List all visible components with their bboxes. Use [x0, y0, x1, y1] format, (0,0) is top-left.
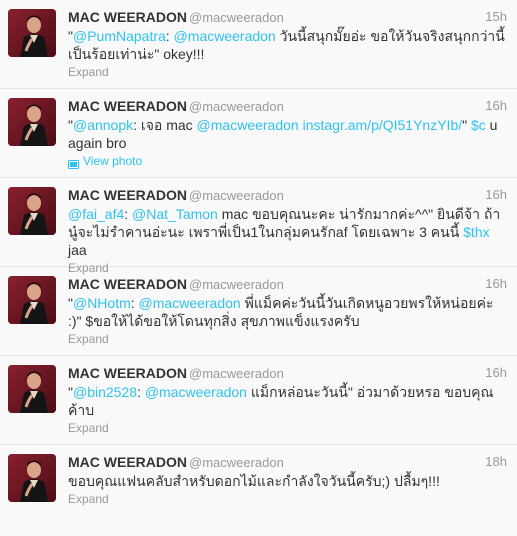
tweet-timestamp[interactable]: 15h	[485, 8, 507, 26]
tweet-text-segment: :	[137, 384, 145, 400]
mention-link[interactable]: @macweeradon	[197, 117, 299, 133]
tweet-header: MAC WEERADON @macweeradon 15h	[68, 8, 507, 26]
expand-link[interactable]: Expand	[68, 420, 109, 436]
tweet-timestamp[interactable]: 16h	[485, 186, 507, 204]
author-fullname[interactable]: MAC WEERADON	[68, 187, 187, 203]
tweet-item[interactable]: MAC WEERADON @macweeradon 16h "@NHotm: @mac…	[0, 267, 517, 356]
mention-link[interactable]: @Nat_Tamon	[132, 206, 218, 222]
cashtag-link[interactable]: $thx	[463, 224, 489, 240]
tweet-text-segment: :	[124, 206, 133, 222]
tweet-text: "@PumNapatra: @macweeradon วันนี้สนุกมั๊…	[68, 27, 507, 63]
avatar[interactable]	[8, 9, 56, 57]
tweet-timestamp[interactable]: 16h	[485, 275, 507, 293]
mention-link[interactable]: @annopk	[73, 117, 133, 133]
avatar[interactable]	[8, 454, 56, 502]
tweet-item[interactable]: MAC WEERADON @macweeradon 16h "@annopk: เจอ…	[0, 89, 517, 178]
avatar[interactable]	[8, 276, 56, 324]
mention-link[interactable]: @fai_af4	[68, 206, 124, 222]
mention-link[interactable]: @macweeradon	[139, 295, 241, 311]
tweet-text: ขอบคุณแฟนคลับสำหรับดอกไม้และกำลังใจวันนี…	[68, 472, 507, 490]
view-photo-label: View photo	[83, 154, 143, 168]
avatar[interactable]	[8, 365, 56, 413]
cashtag-link[interactable]: $c	[471, 117, 486, 133]
url-link[interactable]: instagr.am/p/QI51YnzYIb/	[303, 117, 463, 133]
tweet-text: @fai_af4: @Nat_Tamon mac ขอบคุณนะคะ น่าร…	[68, 205, 507, 259]
expand-link[interactable]: Expand	[68, 64, 109, 80]
author-fullname[interactable]: MAC WEERADON	[68, 454, 187, 470]
tweet-header: MAC WEERADON @macweeradon 16h	[68, 364, 507, 382]
author-fullname[interactable]: MAC WEERADON	[68, 98, 187, 114]
tweet-timestamp[interactable]: 16h	[485, 364, 507, 382]
author-fullname[interactable]: MAC WEERADON	[68, 9, 187, 25]
tweet-header: MAC WEERADON @macweeradon 16h	[68, 275, 507, 293]
tweet-text-segment: : เจอ mac	[133, 117, 197, 133]
tweet-timeline: MAC WEERADON @macweeradon 15h "@PumNapatra:…	[0, 0, 517, 534]
tweet-item[interactable]: MAC WEERADON @macweeradon 15h "@PumNapatra:…	[0, 0, 517, 89]
photo-icon	[68, 157, 79, 169]
avatar[interactable]	[8, 98, 56, 146]
author-username[interactable]: @macweeradon	[189, 188, 284, 203]
mention-link[interactable]: @bin2528	[73, 384, 137, 400]
expand-link[interactable]: Expand	[68, 331, 109, 347]
author-username[interactable]: @macweeradon	[189, 455, 284, 470]
author-username[interactable]: @macweeradon	[189, 277, 284, 292]
tweet-header: MAC WEERADON @macweeradon 16h	[68, 186, 507, 204]
tweet-item[interactable]: MAC WEERADON @macweeradon 16h @fai_af4: @Na…	[0, 178, 517, 275]
tweet-text: " @annopk: เจอ mac @macweeradon instagr.a…	[68, 116, 507, 152]
tweet-item[interactable]: MAC WEERADON @macweeradon 16h "@bin2528: @m…	[0, 356, 517, 445]
tweet-text-segment: "	[462, 117, 471, 133]
tweet-text-segment: ขอบคุณแฟนคลับสำหรับดอกไม้และกำลังใจวันนี…	[68, 473, 440, 489]
tweet-timestamp[interactable]: 18h	[485, 453, 507, 471]
expand-link[interactable]: Expand	[68, 491, 109, 507]
author-fullname[interactable]: MAC WEERADON	[68, 365, 187, 381]
tweet-text-segment: jaa	[68, 242, 87, 258]
view-photo-link[interactable]: View photo	[68, 153, 142, 169]
tweet-item[interactable]: MAC WEERADON @macweeradon 18h ขอบคุณแฟนคลับ…	[0, 445, 517, 534]
mention-link[interactable]: @NHotm	[73, 295, 131, 311]
tweet-text-segment: :	[130, 295, 139, 311]
tweet-timestamp[interactable]: 16h	[485, 97, 507, 115]
author-username[interactable]: @macweeradon	[189, 99, 284, 114]
tweet-text-segment: :	[165, 28, 174, 44]
mention-link[interactable]: @macweeradon	[174, 28, 276, 44]
author-username[interactable]: @macweeradon	[189, 366, 284, 381]
tweet-text: "@bin2528: @macweeradon แม็กหล่อนะวันนี้…	[68, 383, 507, 419]
tweet-header: MAC WEERADON @macweeradon 16h	[68, 97, 507, 115]
author-username[interactable]: @macweeradon	[189, 10, 284, 25]
mention-link[interactable]: @PumNapatra	[73, 28, 166, 44]
avatar[interactable]	[8, 187, 56, 235]
tweet-header: MAC WEERADON @macweeradon 18h	[68, 453, 507, 471]
author-fullname[interactable]: MAC WEERADON	[68, 276, 187, 292]
mention-link[interactable]: @macweeradon	[145, 384, 247, 400]
tweet-text: "@NHotm: @macweeradon พี่แม็คค่ะวันนี้วั…	[68, 294, 507, 330]
